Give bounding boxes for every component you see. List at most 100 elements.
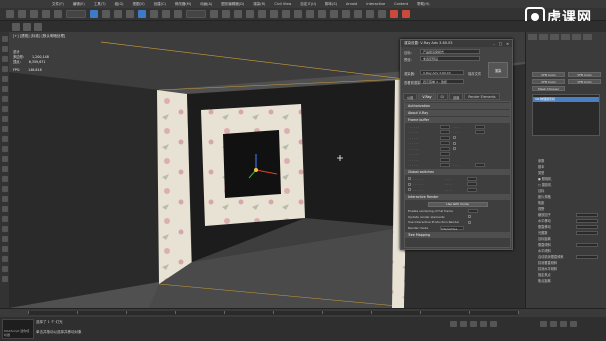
param-field[interactable] bbox=[467, 187, 477, 192]
tool-icon[interactable] bbox=[1, 216, 8, 222]
tool-icon[interactable] bbox=[1, 66, 8, 72]
bind-icon[interactable] bbox=[54, 10, 62, 18]
manipulate-icon[interactable] bbox=[222, 10, 230, 18]
go-to-start-icon[interactable] bbox=[450, 321, 457, 327]
param-field[interactable] bbox=[475, 163, 485, 168]
param-checkbox[interactable] bbox=[453, 141, 456, 145]
interactive-option[interactable]: Enable rendering of full frame bbox=[408, 209, 468, 213]
param-field[interactable] bbox=[440, 124, 450, 129]
render-production-icon[interactable] bbox=[402, 10, 410, 18]
param-field[interactable] bbox=[467, 182, 477, 187]
rotate-icon[interactable] bbox=[150, 10, 158, 18]
tool-icon[interactable] bbox=[1, 276, 8, 282]
param-checkbox[interactable] bbox=[468, 215, 471, 219]
tool-icon[interactable] bbox=[1, 176, 8, 182]
vfb-button[interactable]: VFB Color bbox=[532, 79, 565, 84]
tab-gi[interactable]: GI bbox=[436, 93, 448, 100]
menu-content[interactable]: Content bbox=[394, 2, 408, 6]
rollout-frame-buffer[interactable]: Frame buffer bbox=[405, 117, 510, 123]
percent-snap-icon[interactable] bbox=[258, 10, 266, 18]
menu-arnold[interactable]: Arnold bbox=[346, 2, 357, 6]
menu-help[interactable]: 帮助(H) bbox=[417, 2, 429, 7]
interactive-option[interactable]: Update render elements bbox=[408, 215, 468, 219]
menu-render[interactable]: 渲染(R) bbox=[253, 2, 265, 7]
tool-icon[interactable] bbox=[1, 96, 8, 102]
select-icon[interactable] bbox=[90, 10, 98, 18]
prev-frame-icon[interactable] bbox=[460, 321, 467, 327]
tool-icon[interactable] bbox=[1, 226, 8, 232]
tool-icon[interactable] bbox=[1, 36, 8, 42]
undo-icon[interactable] bbox=[6, 10, 14, 18]
param-field[interactable] bbox=[440, 157, 450, 162]
vfb-button[interactable]: VFB Color bbox=[568, 79, 601, 84]
named-selection-icon[interactable] bbox=[282, 10, 290, 18]
tool-icon[interactable] bbox=[1, 106, 8, 112]
play-icon[interactable] bbox=[470, 321, 477, 327]
angle-snap-icon[interactable] bbox=[246, 10, 254, 18]
param-field[interactable] bbox=[440, 146, 450, 151]
tool-icon[interactable] bbox=[1, 206, 8, 212]
redo-icon[interactable] bbox=[18, 10, 26, 18]
align-icon[interactable] bbox=[306, 10, 314, 18]
tool-icon[interactable] bbox=[1, 236, 8, 242]
param-field[interactable] bbox=[440, 163, 450, 168]
menu-civil-view[interactable]: Civil View bbox=[274, 2, 291, 6]
timeline[interactable] bbox=[0, 308, 606, 317]
link-icon[interactable] bbox=[30, 10, 38, 18]
menu-edit[interactable]: 编辑(E) bbox=[73, 2, 85, 7]
target-dropdown[interactable]: 产品级渲染模式 bbox=[420, 49, 480, 54]
maxscript-listener[interactable]: MAXScript 迷你侦听器 bbox=[2, 319, 34, 339]
interactive-option[interactable]: Use Interactive Production Render bbox=[408, 220, 468, 224]
tab-render-elements[interactable]: Render Elements bbox=[464, 93, 500, 100]
vfb-button[interactable]: VFB Color bbox=[532, 72, 565, 77]
menu-customize[interactable]: 自定义(U) bbox=[300, 2, 316, 7]
snap-icon[interactable] bbox=[234, 10, 242, 18]
render-frame-icon[interactable] bbox=[378, 10, 386, 18]
display-tab-icon[interactable] bbox=[572, 34, 581, 40]
modify-tab-icon[interactable] bbox=[539, 34, 548, 40]
param-field[interactable] bbox=[468, 209, 478, 214]
menu-file[interactable]: 文件(F) bbox=[52, 2, 64, 7]
param-field[interactable] bbox=[467, 176, 477, 181]
viewport-label[interactable]: [+] [透视] [标准] [默认明暗处理] bbox=[13, 34, 65, 39]
modifier-stack-item[interactable]: VR-物理摄影机 bbox=[533, 97, 599, 102]
rollout-global-switches[interactable]: Global switches bbox=[405, 169, 510, 175]
tool-icon[interactable] bbox=[1, 76, 8, 82]
tool-icon[interactable] bbox=[1, 196, 8, 202]
spinner-snap-icon[interactable] bbox=[270, 10, 278, 18]
preset-dropdown[interactable]: 未选定预设 bbox=[420, 56, 480, 61]
zoom-icon[interactable] bbox=[540, 321, 547, 327]
mirror-icon[interactable] bbox=[294, 10, 302, 18]
tool-icon[interactable] bbox=[1, 266, 8, 272]
maximize-viewport-icon[interactable] bbox=[570, 321, 577, 327]
close-icon[interactable]: ✕ bbox=[506, 42, 509, 46]
tool-icon[interactable] bbox=[1, 126, 8, 132]
param-checkbox[interactable] bbox=[453, 136, 456, 140]
param-field[interactable] bbox=[475, 130, 485, 135]
param-field[interactable] bbox=[576, 225, 598, 229]
param-field[interactable] bbox=[440, 130, 450, 135]
rollout-authorization[interactable]: Authorization bbox=[405, 103, 510, 109]
material-editor-icon[interactable] bbox=[354, 10, 362, 18]
move-icon[interactable] bbox=[138, 10, 146, 18]
rollout-interactive[interactable]: Interactive Render bbox=[405, 193, 510, 200]
schematic-icon[interactable] bbox=[342, 10, 350, 18]
tool-icon[interactable] bbox=[1, 56, 8, 62]
ribbon-icon[interactable] bbox=[34, 22, 42, 31]
selection-filter-dropdown[interactable] bbox=[66, 10, 86, 18]
tool-icon[interactable] bbox=[1, 46, 8, 52]
prompt-button[interactable]: Use GPU mode bbox=[427, 201, 488, 207]
tab-common[interactable]: 公用 bbox=[403, 93, 418, 100]
ribbon-icon[interactable] bbox=[12, 22, 20, 31]
hierarchy-tab-icon[interactable] bbox=[550, 34, 559, 40]
mask-chooser-button[interactable]: Mask Chooser bbox=[532, 86, 565, 91]
param-field[interactable] bbox=[576, 219, 598, 223]
menu-animation[interactable]: 动画(A) bbox=[200, 2, 212, 7]
render-button[interactable]: 渲染 bbox=[488, 62, 508, 78]
menu-script[interactable]: 脚本(S) bbox=[325, 2, 337, 7]
layer-icon[interactable] bbox=[318, 10, 326, 18]
tool-icon[interactable] bbox=[1, 86, 8, 92]
tool-icon[interactable] bbox=[1, 256, 8, 262]
menu-tools[interactable]: 工具(T) bbox=[94, 2, 106, 7]
rect-select-icon[interactable] bbox=[114, 10, 122, 18]
